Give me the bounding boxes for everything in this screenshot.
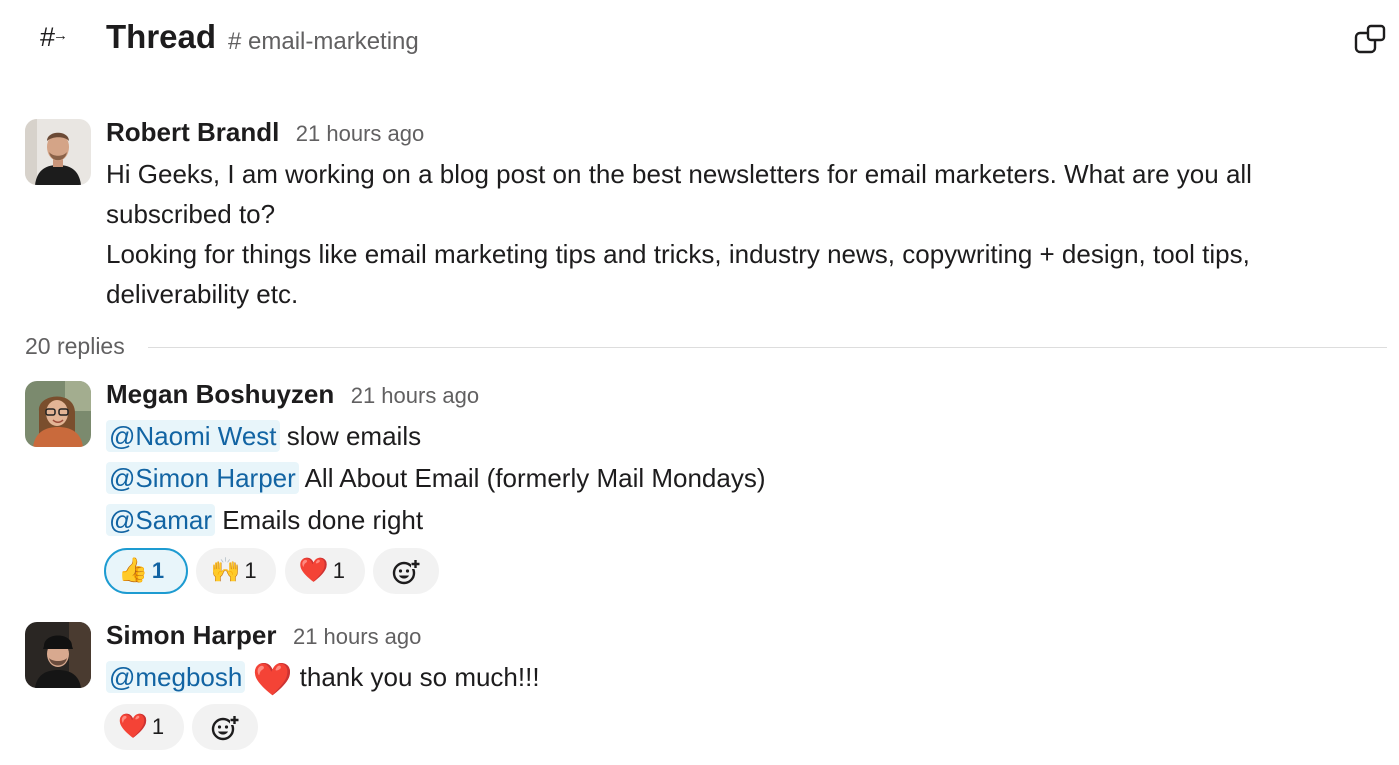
heart-icon: ❤️: [252, 661, 293, 698]
message-text: @megbosh ❤️ thank you so much!!!: [106, 656, 1336, 698]
author-name[interactable]: Simon Harper: [106, 620, 277, 650]
add-reaction-button[interactable]: [373, 548, 440, 594]
author-name[interactable]: Megan Boshuyzen: [106, 379, 334, 409]
add-reaction-icon: [393, 560, 421, 585]
avatar[interactable]: [25, 119, 91, 185]
line-text: Emails done right: [214, 505, 424, 535]
thumbs-up-icon: 👍: [118, 557, 148, 584]
reaction-count: 1: [244, 558, 257, 583]
message-text: @Naomi West slow emails @Simon Harper Al…: [106, 415, 1336, 541]
timestamp[interactable]: 21 hours ago: [296, 121, 424, 146]
page-title: Thread: [106, 18, 217, 55]
author-name[interactable]: Robert Brandl: [106, 117, 279, 147]
raised-hands-icon: 🙌: [210, 557, 241, 584]
reaction-heart[interactable]: ❤️ 1: [284, 548, 365, 594]
timestamp[interactable]: 21 hours ago: [351, 383, 479, 408]
message-header: Simon Harper 21 hours ago: [106, 620, 421, 651]
add-reaction-icon: [212, 716, 240, 741]
thread-header: #→ Thread # email-marketing: [0, 0, 1399, 80]
replies-divider: 20 replies: [25, 333, 1387, 363]
heart-icon: ❤️: [118, 713, 148, 740]
user-mention[interactable]: @Simon Harper: [106, 462, 299, 494]
reaction-raised-hands[interactable]: 🙌 1: [196, 548, 277, 594]
line-text: All About Email (formerly Mail Mondays): [298, 463, 766, 493]
avatar[interactable]: [25, 381, 91, 447]
heart-icon: ❤️: [298, 557, 329, 584]
message-line: @Simon Harper All About Email (formerly …: [106, 457, 1336, 499]
user-mention[interactable]: @Naomi West: [106, 420, 280, 452]
reaction-bar: ❤️ 1: [104, 704, 262, 750]
message-header: Megan Boshuyzen 21 hours ago: [106, 379, 479, 410]
add-reaction-button[interactable]: [192, 704, 259, 750]
message-text: Hi Geeks, I am working on a blog post on…: [106, 159, 1252, 309]
message-line: @Samar Emails done right: [106, 499, 1336, 541]
thread-icon: #→: [40, 22, 68, 52]
reaction-thumbs-up[interactable]: 👍 1: [104, 548, 188, 594]
line-text: slow emails: [279, 421, 422, 451]
divider-line: [148, 347, 1387, 348]
replies-count: 20 replies: [25, 333, 125, 359]
reaction-bar: 👍 1 🙌 1 ❤️ 1: [104, 548, 443, 594]
timestamp[interactable]: 21 hours ago: [293, 624, 421, 649]
message-line: @Naomi West slow emails: [106, 415, 1336, 457]
user-mention[interactable]: @megbosh: [106, 661, 246, 693]
reaction-count: 1: [151, 558, 165, 583]
channel-link[interactable]: # email-marketing: [228, 28, 419, 56]
reaction-heart[interactable]: ❤️ 1: [104, 704, 184, 750]
message-header: Robert Brandl 21 hours ago: [106, 117, 424, 148]
reaction-count: 1: [332, 558, 346, 583]
line-text: thank you so much!!!: [292, 662, 540, 692]
message-line: @megbosh ❤️ thank you so much!!!: [106, 656, 1336, 698]
avatar[interactable]: [25, 622, 91, 688]
user-mention[interactable]: @Samar: [106, 504, 215, 536]
popout-icon[interactable]: [1354, 24, 1386, 54]
reaction-count: 1: [151, 714, 165, 739]
